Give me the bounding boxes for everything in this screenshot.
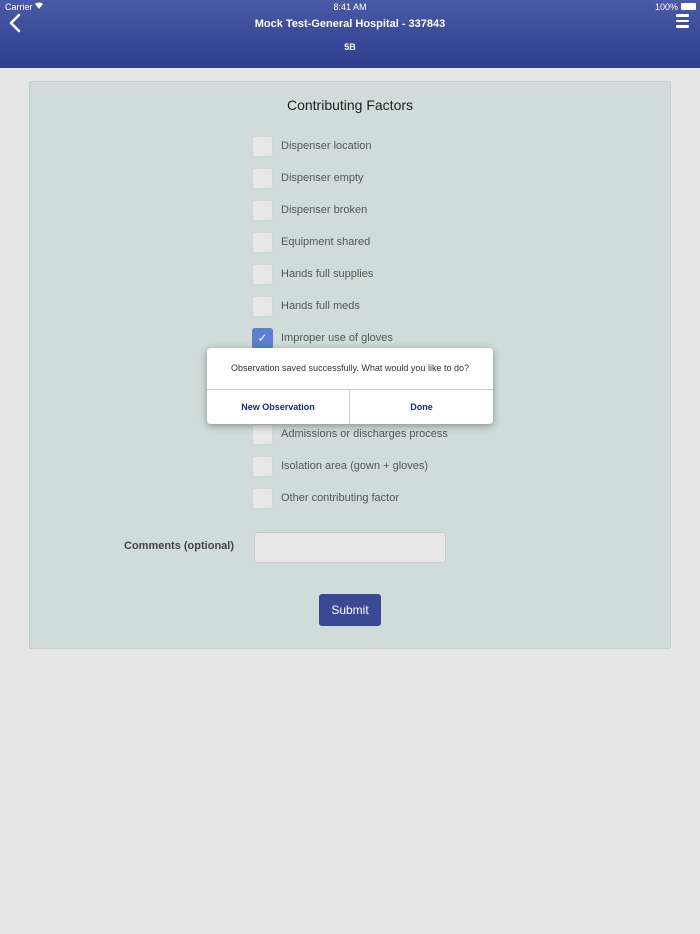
checkbox[interactable] <box>252 455 273 477</box>
battery-icon <box>681 3 696 10</box>
factor-label: Equipment shared <box>281 236 371 248</box>
dialog-message: Observation saved successfully. What wou… <box>231 363 469 373</box>
comments-label: Comments (optional) <box>124 540 234 552</box>
factor-label: Dispenser location <box>281 140 372 152</box>
factor-option[interactable]: Admissions or discharges process <box>252 423 448 445</box>
checkbox[interactable] <box>252 135 273 157</box>
menu-button[interactable] <box>676 14 692 30</box>
factor-label: Other contributing factor <box>281 492 400 504</box>
factor-label: Dispenser empty <box>281 172 364 184</box>
factor-option[interactable]: Equipment shared <box>252 231 370 253</box>
factor-label: Dispenser broken <box>281 204 368 216</box>
battery-percent: 100% <box>654 2 678 12</box>
status-bar: Carrier 8:41 AM 100% <box>0 0 700 14</box>
factor-option[interactable]: Dispenser empty <box>252 167 364 189</box>
factor-option[interactable]: ✓ Improper use of gloves <box>252 327 393 349</box>
checkbox-checked[interactable]: ✓ <box>252 327 273 349</box>
factor-option[interactable]: Other contributing factor <box>252 487 399 509</box>
factor-option[interactable]: Isolation area (gown + gloves) <box>252 455 428 477</box>
factor-label: Hands full supplies <box>281 268 374 280</box>
factor-label: Isolation area (gown + gloves) <box>281 460 429 472</box>
checkmark-icon: ✓ <box>257 331 268 345</box>
checkbox[interactable] <box>252 167 273 189</box>
checkbox[interactable] <box>252 295 273 317</box>
factor-option[interactable]: Hands full meds <box>252 295 360 317</box>
factor-label: Admissions or discharges process <box>281 428 448 440</box>
factor-label: Improper use of gloves <box>281 332 393 344</box>
page-title: Mock Test-General Hospital - 337843 <box>254 18 446 30</box>
comments-input[interactable] <box>254 532 446 563</box>
checkbox[interactable] <box>252 487 273 509</box>
confirmation-dialog: Observation saved successfully. What wou… <box>207 348 493 424</box>
app-header: Carrier 8:41 AM 100% Mock Test-General H… <box>0 0 700 68</box>
hamburger-icon <box>676 14 692 28</box>
factor-option[interactable]: Hands full supplies <box>252 263 373 285</box>
factor-option[interactable]: Dispenser broken <box>252 199 367 221</box>
checkbox[interactable] <box>252 423 273 445</box>
done-button[interactable]: Done <box>350 390 493 424</box>
checkbox[interactable] <box>252 199 273 221</box>
status-time: 8:41 AM <box>333 2 367 12</box>
page-subtitle: 5B <box>344 42 356 52</box>
checkbox[interactable] <box>252 263 273 285</box>
checkbox[interactable] <box>252 231 273 253</box>
panel-title: Contributing Factors <box>286 97 414 113</box>
factor-label: Hands full meds <box>281 300 360 312</box>
new-observation-button[interactable]: New Observation <box>207 390 349 424</box>
submit-button[interactable]: Submit <box>319 594 381 626</box>
factor-option[interactable]: Dispenser location <box>252 135 372 157</box>
